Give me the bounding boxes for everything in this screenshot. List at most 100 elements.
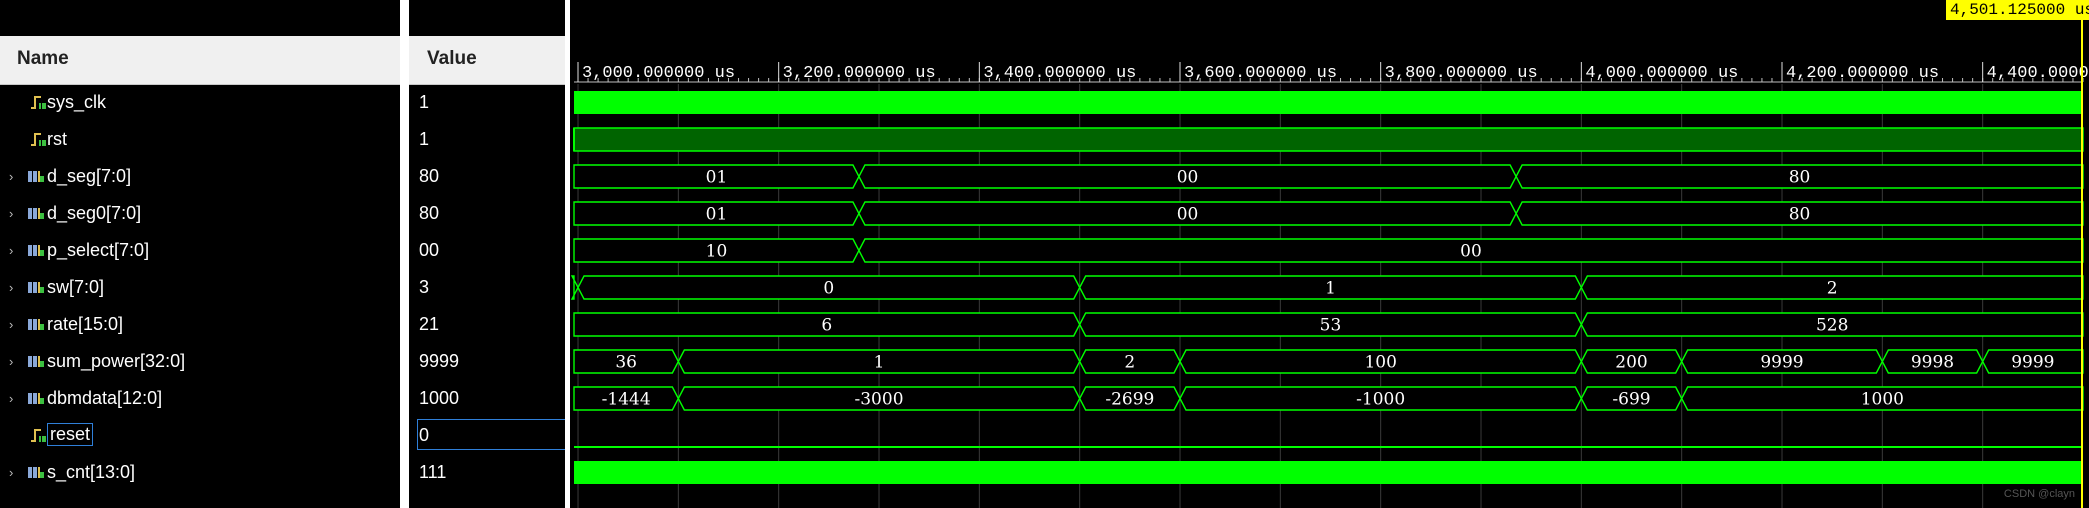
cursor-time-readout: 4,501.125000 us — [1946, 0, 2089, 20]
value-row-d_seg0[interactable]: 80 — [409, 195, 565, 232]
waveform-canvas[interactable]: 3,000.000000 us 3,200.000000 us 3,400.0000… — [570, 0, 2089, 508]
expand-chevron-icon[interactable]: › — [9, 317, 13, 332]
signal-row-p_select[interactable]: › p_select[7:0] — [0, 232, 400, 269]
bus-value-label: 1 — [1325, 279, 1336, 299]
value-row-s_cnt[interactable]: 111 — [409, 454, 565, 491]
time-tick-label: 3,000.000000 us — [582, 64, 735, 83]
value-column-label: Value — [427, 48, 477, 69]
signal-row-rate[interactable]: › rate[15:0] — [0, 306, 400, 343]
signal-row-s_cnt[interactable]: › s_cnt[13:0] — [0, 454, 400, 491]
bus-value-label: 10 — [706, 242, 728, 262]
watermark: CSDN @clayn — [2003, 488, 2075, 500]
bus-signal-icon — [27, 353, 45, 370]
value-row-sys_clk[interactable]: 1 — [409, 84, 565, 121]
time-tick-label: 3,200.000000 us — [783, 64, 936, 83]
selected-value-box[interactable] — [417, 419, 566, 450]
clock-waveform-s_cnt — [574, 461, 2083, 484]
signal-name: reset — [47, 423, 94, 446]
waveform-panel[interactable]: 3,000.000000 us 3,200.000000 us 3,400.0000… — [570, 0, 2089, 508]
bus-value-label: 9999 — [1760, 353, 1803, 373]
names-values-divider[interactable] — [400, 0, 409, 508]
bus-value-label: 100 — [1364, 353, 1396, 373]
time-tick-label: 4,400.000000 us — [1987, 64, 2089, 83]
signal-row-d_seg[interactable]: › d_seg[7:0] — [0, 158, 400, 195]
bus-signal-icon — [27, 390, 45, 407]
bus-value-label: 1 — [874, 353, 885, 373]
signal-row-sys_clk[interactable]: sys_clk — [0, 84, 400, 121]
bus-signal-icon — [27, 279, 45, 296]
time-tick-label: 3,600.000000 us — [1184, 64, 1337, 83]
bus-value-label: 9998 — [1911, 353, 1954, 373]
time-tick-label: 3,800.000000 us — [1385, 64, 1538, 83]
bus-value-label: -3000 — [855, 390, 904, 410]
signal-row-sw[interactable]: › sw[7:0] — [0, 269, 400, 306]
signal-name: sw[7:0] — [47, 277, 105, 297]
value-row-sum_power[interactable]: 9999 — [409, 343, 565, 380]
signal-value: 21 — [419, 314, 440, 334]
value-row-p_select[interactable]: 00 — [409, 232, 565, 269]
bus-value-label: 200 — [1615, 353, 1647, 373]
signal-value: 0 — [419, 425, 430, 445]
bus-signal-icon — [27, 168, 45, 185]
value-row-d_seg[interactable]: 80 — [409, 158, 565, 195]
signal-name: rate[15:0] — [47, 314, 124, 334]
signal-value: 80 — [419, 166, 440, 186]
value-column-header[interactable]: Value — [409, 36, 565, 85]
bus-value-label: 6 — [821, 316, 832, 336]
bus-value-label: 00 — [1460, 242, 1482, 262]
value-row-sw[interactable]: 3 — [409, 269, 565, 306]
name-column-header[interactable]: Name — [0, 36, 400, 85]
bus-value-label: 53 — [1320, 316, 1342, 336]
signal-value: 111 — [419, 462, 447, 482]
bit-signal-icon — [29, 427, 47, 444]
bus-value-label: 01 — [706, 168, 728, 188]
signal-row-reset[interactable]: reset — [0, 417, 400, 454]
value-row-dbmdata[interactable]: 1000 — [409, 380, 565, 417]
expand-chevron-icon[interactable]: › — [9, 280, 13, 295]
signal-value: 00 — [419, 240, 440, 260]
signal-name: s_cnt[13:0] — [47, 462, 136, 482]
value-row-reset[interactable]: 0 — [409, 417, 566, 454]
signal-value: 80 — [419, 203, 440, 223]
expand-chevron-icon[interactable]: › — [9, 206, 13, 221]
signal-value: 1 — [419, 92, 430, 112]
expand-chevron-icon[interactable]: › — [9, 169, 13, 184]
bus-value-label: 36 — [615, 353, 637, 373]
bus-value-label: 0 — [823, 279, 834, 299]
time-tick-label: 4,200.000000 us — [1786, 64, 1939, 83]
bus-value-label: 2 — [1124, 353, 1135, 373]
bus-signal-icon — [27, 316, 45, 333]
bus-value-label: 80 — [1789, 205, 1811, 225]
bus-signal-icon — [27, 242, 45, 259]
value-row-rate[interactable]: 21 — [409, 306, 565, 343]
expand-chevron-icon[interactable]: › — [9, 391, 13, 406]
signal-name: dbmdata[12:0] — [47, 388, 163, 408]
expand-chevron-icon[interactable]: › — [9, 354, 13, 369]
bus-value-label: -1444 — [602, 390, 651, 410]
signal-name: sum_power[32:0] — [47, 351, 186, 371]
filled-waveform-rst — [573, 127, 2084, 152]
names-panel: Name sys_clk rst › d_seg[7:0] › d_seg0[7:0] › p… — [0, 0, 400, 508]
signal-row-rst[interactable]: rst — [0, 121, 400, 158]
bus-value-label: 00 — [1177, 168, 1199, 188]
signal-name: sys_clk — [47, 92, 107, 112]
expand-chevron-icon[interactable]: › — [9, 465, 13, 480]
signal-value: 1 — [419, 129, 430, 149]
bus-value-label: 00 — [1177, 205, 1199, 225]
bus-value-label: -1000 — [1356, 390, 1405, 410]
bit-signal-icon — [29, 94, 47, 111]
bus-value-label: 01 — [706, 205, 728, 225]
signal-row-sum_power[interactable]: › sum_power[32:0] — [0, 343, 400, 380]
signal-name: p_select[7:0] — [47, 240, 150, 260]
bus-value-label: -2699 — [1105, 390, 1154, 410]
expand-chevron-icon[interactable]: › — [9, 243, 13, 258]
signal-value: 3 — [419, 277, 430, 297]
bus-value-label: 2 — [1827, 279, 1838, 299]
bus-value-label: 9999 — [2011, 353, 2054, 373]
bus-value-label: 528 — [1816, 316, 1848, 336]
bus-value-label: 1000 — [1861, 390, 1904, 410]
signal-row-d_seg0[interactable]: › d_seg0[7:0] — [0, 195, 400, 232]
value-row-rst[interactable]: 1 — [409, 121, 565, 158]
signal-row-dbmdata[interactable]: › dbmdata[12:0] — [0, 380, 400, 417]
bus-value-label: 80 — [1789, 168, 1811, 188]
